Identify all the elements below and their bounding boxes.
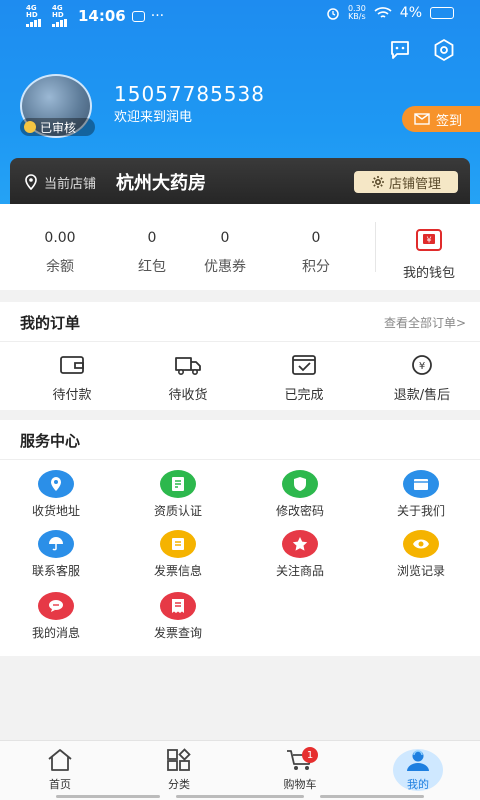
status-bar: 4G HD 4G HD 14:06 ··· 0.30 KB/s 4% [0,0,480,28]
shield-icon [282,470,318,498]
refund-icon: ¥ [412,355,432,375]
store-manage-button[interactable]: 店铺管理 [354,171,458,193]
nav-gesture-center [176,795,304,798]
signal-1: 4G HD [26,5,46,27]
assets-divider [375,222,376,272]
orders-title: 我的订单 [20,314,81,332]
verified-badge: 已审核 [20,118,95,136]
notification-app-icon [131,10,145,22]
status-more: ··· [150,8,165,24]
signin-button[interactable]: 签到 [402,106,480,132]
status-time: 14:06 [78,7,126,25]
view-all-orders-link[interactable]: 查看全部订单> [384,314,466,331]
asset-coupon[interactable]: 0 优惠券 [185,230,265,276]
cart-badge: 1 [302,747,318,763]
chat-icon [38,592,74,620]
location-icon [38,470,74,498]
assets-panel: 0.00 余额 0 红包 0 优惠券 0 积分 ¥ 我的钱包 [0,204,480,290]
tab-category[interactable]: 分类 [139,747,219,792]
battery-icon [430,7,454,19]
service-customer-support[interactable]: 联系客服 [6,530,106,579]
invoice-icon [160,530,196,558]
bottom-tab-bar: 首页 分类 购物车 1 我的 [0,740,480,800]
profile-icon [407,750,429,771]
wallet-yen-icon: ¥ [416,229,442,251]
welcome-text: 欢迎来到润电 [114,110,193,125]
svg-text:¥: ¥ [419,361,425,372]
eye-icon [403,530,439,558]
current-store-bar: 当前店铺 杭州大药房 店铺管理 [10,158,470,204]
service-certification[interactable]: 资质认证 [128,470,228,519]
service-about-us[interactable]: 关于我们 [371,470,471,519]
tab-cart[interactable]: 购物车 [260,747,340,792]
wallet-icon [60,356,84,374]
order-pending-payment[interactable]: 待付款 [22,354,122,403]
net-speed: 0.30 KB/s [347,4,366,21]
star-icon [282,530,318,558]
user-phone: 15057785538 [114,82,265,106]
truck-icon [175,357,201,376]
order-refund[interactable]: ¥ 退款/售后 [372,354,472,403]
asset-points[interactable]: 0 积分 [276,230,356,276]
wifi-icon [374,7,392,18]
service-title: 服务中心 [20,432,81,450]
svg-text:¥: ¥ [426,236,431,245]
umbrella-icon [38,530,74,558]
service-favorites[interactable]: 关注商品 [250,530,350,579]
profile-header: 4G HD 4G HD 14:06 ··· 0.30 KB/s 4% 已审核 15… [0,0,480,215]
service-invoice-info[interactable]: 发票信息 [128,530,228,579]
order-pending-receipt[interactable]: 待收货 [138,354,238,403]
location-pin-icon [25,174,37,190]
tab-me[interactable]: 我的 [378,747,458,792]
service-header: 服务中心 [0,420,480,460]
service-invoice-query[interactable]: 发票查询 [128,592,228,641]
battery-percent: 4% [399,5,422,21]
service-my-messages[interactable]: 我的消息 [6,592,106,641]
order-completed[interactable]: 已完成 [254,354,354,403]
category-icon [167,748,191,771]
orders-header: 我的订单 查看全部订单> [0,302,480,342]
orders-section: 我的订单 查看全部订单> 待付款 待收货 已完成 ¥ 退款/售后 [0,302,480,410]
alarm-icon [327,8,339,20]
receipt-icon [160,592,196,620]
service-browse-history[interactable]: 浏览记录 [371,530,471,579]
store-name: 杭州大药房 [116,173,206,194]
nav-gesture-right [320,795,424,798]
service-center-section: 服务中心 收货地址 资质认证 修改密码 关于我们 联系客服 发票信息 关注商品 … [0,420,480,656]
store-icon [403,470,439,498]
home-icon [48,749,72,771]
tab-home[interactable]: 首页 [20,747,100,792]
check-box-icon [292,355,316,375]
signal-2: 4G HD [52,5,72,27]
service-change-password[interactable]: 修改密码 [250,470,350,519]
verified-icon [24,121,36,133]
certificate-icon [160,470,196,498]
service-address[interactable]: 收货地址 [6,470,106,519]
settings-icon[interactable] [432,38,456,62]
envelope-icon [414,113,430,125]
message-icon[interactable] [388,38,412,62]
asset-red-packet[interactable]: 0 红包 [112,230,192,276]
store-label: 当前店铺 [44,177,97,192]
nav-gesture-left [56,795,160,798]
gear-icon [371,176,384,188]
my-wallet-button[interactable]: ¥ 我的钱包 [384,228,474,281]
asset-balance[interactable]: 0.00 余额 [20,230,100,276]
